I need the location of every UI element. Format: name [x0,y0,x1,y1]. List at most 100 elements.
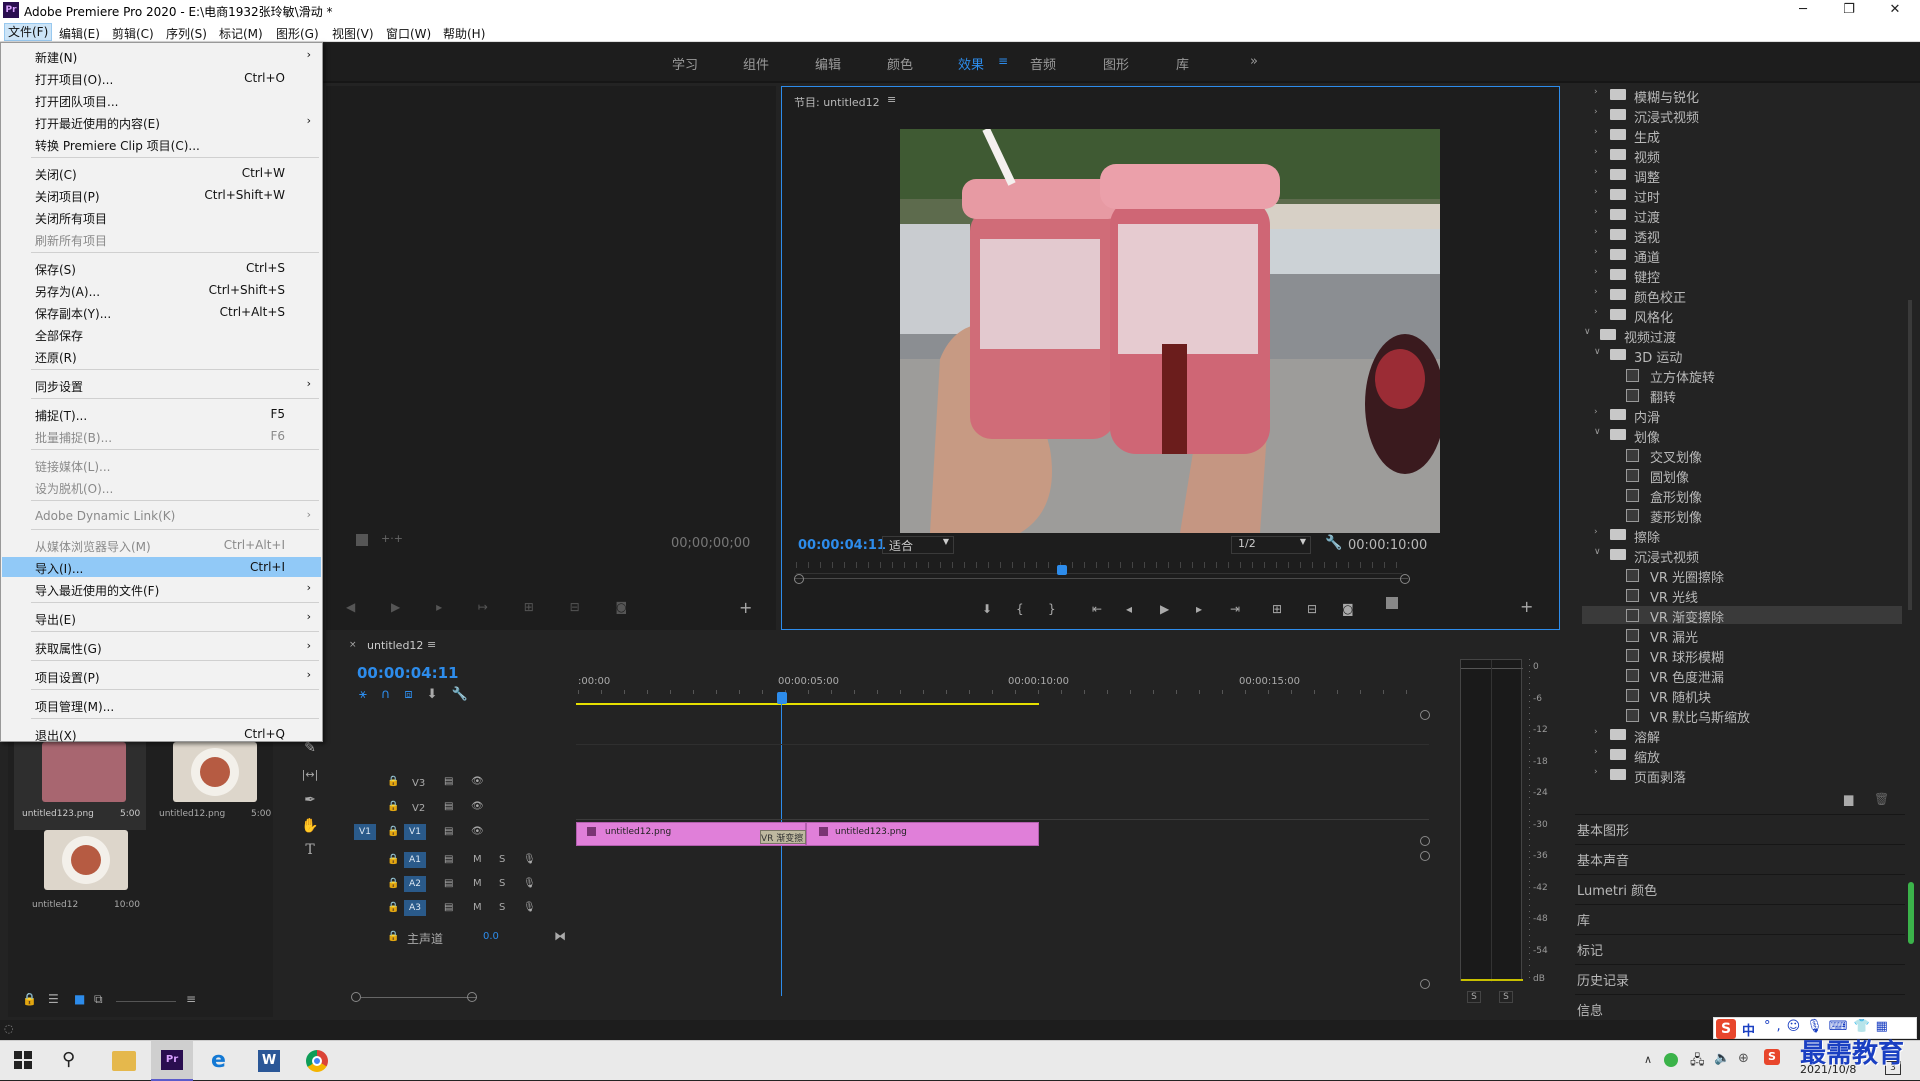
menu-marker[interactable]: 标记(M) [219,25,263,42]
snap-icon[interactable]: ∩ [381,687,405,702]
chevron-right-icon[interactable]: › [1594,527,1598,537]
effects-preset[interactable]: 盒形划像 [1582,486,1902,506]
solo-button[interactable]: S [499,878,505,889]
effects-preset[interactable]: VR 漏光 [1582,626,1902,646]
sort-icon[interactable]: ≡ [186,992,196,1006]
chevron-right-icon[interactable]: › [1594,287,1598,297]
sync-lock-icon[interactable]: ▤ [444,878,453,889]
master-volume-value[interactable]: 0.0 [483,931,499,942]
effects-folder[interactable]: › 生成 [1582,126,1902,146]
solo-button[interactable]: S [499,854,505,865]
sync-lock-icon[interactable]: ▤ [444,776,453,787]
effects-folder[interactable]: ∨ 视频过渡 [1582,326,1902,346]
effects-preset[interactable]: 圆划像 [1582,466,1902,486]
workspace-assembly[interactable]: 组件 [743,54,769,73]
file-menu-item[interactable]: 链接媒体(L)... [2,455,321,475]
effects-preset[interactable]: VR 渐变擦除 [1582,606,1902,626]
timeline-clip[interactable]: untitled123.png [806,822,1039,846]
effects-preset[interactable]: 翻转 [1582,386,1902,406]
mic-icon[interactable]: 🎙 [523,902,536,913]
chrome-icon[interactable] [306,1050,328,1072]
file-menu-item[interactable]: 保存副本(Y)... Ctrl+Alt+S [2,302,321,322]
chevron-down-icon[interactable]: ∨ [1594,427,1601,437]
file-menu-item[interactable]: 另存为(A)... Ctrl+Shift+S [2,280,321,300]
taskbar-premiere-item[interactable]: Pr [151,1041,193,1081]
effects-preset[interactable]: VR 球形模糊 [1582,646,1902,666]
panel-scroll-indicator[interactable] [1908,882,1914,944]
chevron-right-icon[interactable]: › [1594,187,1598,197]
meter-solo-right-button[interactable]: S [1499,991,1513,1003]
chevron-right-icon[interactable]: › [1594,107,1598,117]
mute-button[interactable]: M [473,854,482,865]
tray-app-icon[interactable] [1664,1053,1678,1067]
linked-selection-icon[interactable]: ⧈ [404,687,426,702]
ie-browser-icon[interactable]: e [211,1048,226,1073]
effects-preset[interactable]: VR 色度泄漏 [1582,666,1902,686]
project-item[interactable]: untitled12 10:00 [22,830,144,918]
chevron-right-icon[interactable]: › [1594,727,1598,737]
effects-folder[interactable]: › 过时 [1582,186,1902,206]
ime-mode-label[interactable]: 中 [1742,1020,1755,1039]
lock-icon[interactable]: 🔒 [22,992,37,1006]
program-scrub-bar[interactable] [796,562,1402,574]
chevron-right-icon[interactable]: › [1594,267,1598,277]
effects-folder[interactable]: › 页面剥落 [1582,766,1902,786]
file-menu-item[interactable]: 新建(N) › [2,46,321,66]
program-tab[interactable]: 节目: untitled12 [794,94,880,110]
timeline-settings-wrench-icon[interactable]: 🔧 [452,687,482,702]
search-icon[interactable]: ⚲ [62,1049,75,1070]
pen-tool-icon[interactable]: ✒ [300,792,320,812]
panel-history[interactable]: 历史记录 [1575,964,1905,990]
program-menu-icon[interactable]: ≡ [887,93,896,106]
file-menu-item[interactable]: 同步设置 › [2,375,321,395]
mark-in-icon[interactable]: { [1016,602,1024,616]
track-lock-icon[interactable]: 🔒 [387,931,399,942]
sync-lock-icon[interactable]: ▤ [444,902,453,913]
ime-toolbar-icons[interactable]: °,☺🎙⌨👕▦ [1764,1019,1894,1034]
audio-scroll-handle[interactable] [1420,851,1430,861]
workspace-overflow-icon[interactable]: » [1250,54,1258,69]
timeline-timecode[interactable]: 00:00:04:11 [357,664,459,682]
menu-help[interactable]: 帮助(H) [443,25,485,42]
file-menu-item[interactable]: 关闭(C) Ctrl+W [2,163,321,183]
menu-clip[interactable]: 剪辑(C) [112,25,154,42]
slip-tool-icon[interactable]: |↔| [300,768,320,788]
workspace-audio[interactable]: 音频 [1030,54,1056,73]
step-back-icon[interactable]: ◂ [1126,602,1132,616]
file-menu-item[interactable]: 转换 Premiere Clip 项目(C)... [2,134,321,154]
sogou-icon[interactable]: S [1764,1049,1780,1065]
tray-chevron-up-icon[interactable]: ∧ [1644,1053,1652,1066]
program-playhead-timecode[interactable]: 00:00:04:11 [798,538,886,553]
effects-preset[interactable]: VR 光线 [1582,586,1902,606]
panel-lumetri-color[interactable]: Lumetri 颜色 [1575,874,1905,900]
file-menu-item[interactable]: 设为脱机(O)... [2,477,321,497]
project-item[interactable]: untitled12.png 5:00 [151,742,275,830]
file-menu-item[interactable]: 还原(R) [2,346,321,366]
workspace-graphics[interactable]: 图形 [1103,54,1129,73]
chevron-right-icon[interactable]: › [1594,127,1598,137]
file-menu-item[interactable]: 从媒体浏览器导入(M) Ctrl+Alt+I [2,535,321,555]
track-lock-icon[interactable]: 🔒 [387,776,399,787]
workspace-libraries[interactable]: 库 [1176,54,1189,73]
type-tool-icon[interactable]: T [300,842,320,862]
mute-button[interactable]: M [473,902,482,913]
file-menu-item[interactable]: 项目设置(P) › [2,666,321,686]
chevron-down-icon[interactable]: ∨ [1594,347,1601,357]
file-menu-item[interactable]: 全部保存 [2,324,321,344]
source-patch-v1[interactable]: V1 [354,824,376,840]
file-menu-item[interactable]: 打开团队项目... [2,90,321,110]
wrench-icon[interactable]: 🔧 [1325,535,1342,551]
menu-edit[interactable]: 编辑(E) [59,25,100,42]
effects-folder[interactable]: ∨ 3D 运动 [1582,346,1902,366]
file-menu-item[interactable]: 导出(E) › [2,608,321,628]
track-lock-icon[interactable]: 🔒 [387,878,399,889]
program-add-button-icon[interactable]: + [1520,597,1533,616]
mic-icon[interactable]: 🎙 [523,878,536,889]
effects-folder[interactable]: › 溶解 [1582,726,1902,746]
effects-folder[interactable]: › 缩放 [1582,746,1902,766]
resolution-dropdown[interactable]: 1/2 ▼ [1231,536,1311,554]
file-menu-item[interactable]: 打开项目(O)... Ctrl+O [2,68,321,88]
chevron-right-icon[interactable]: › [1594,767,1598,777]
chevron-right-icon[interactable]: › [1594,87,1598,97]
transition-block[interactable]: VR 渐变擦 [760,830,806,844]
